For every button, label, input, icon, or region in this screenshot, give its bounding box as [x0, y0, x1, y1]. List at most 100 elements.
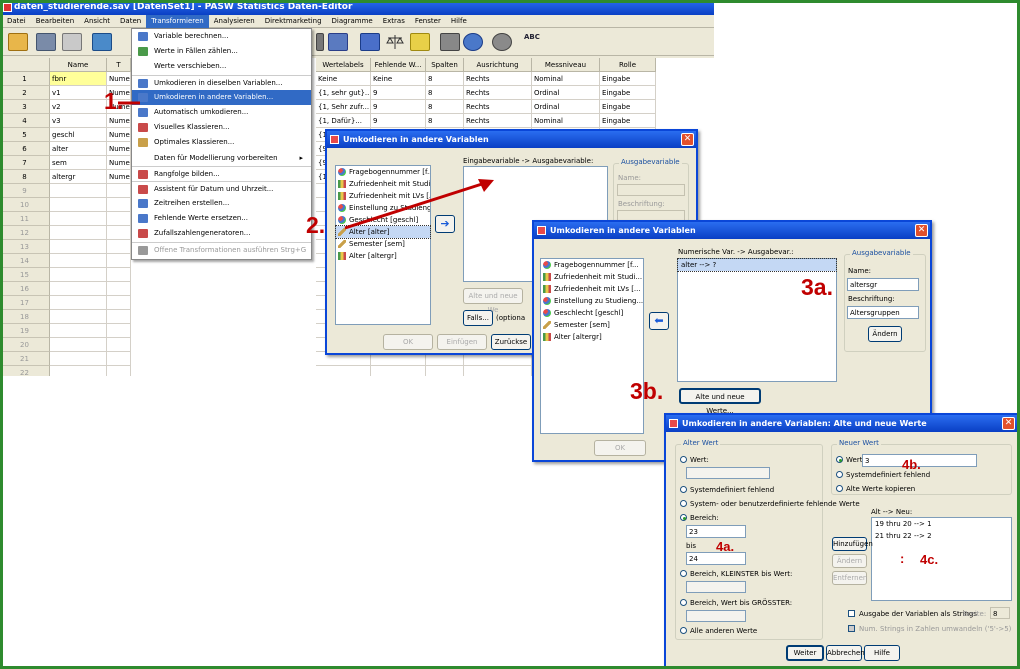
variable-list-item[interactable]: Fragebogennummer [f... [541, 259, 643, 271]
mapping-item[interactable]: 21 thru 22 --> 2 [872, 530, 1011, 542]
grid-cell-role[interactable]: Eingabe [600, 86, 656, 100]
close-icon[interactable]: ✕ [915, 224, 928, 237]
grid-cell-type[interactable]: Numer [107, 170, 131, 184]
transform-menu-item[interactable]: Variable berechnen... [132, 29, 311, 44]
transform-menu-item[interactable]: Offene Transformationen ausführen Strg+G [132, 241, 311, 257]
grid-cell-empty[interactable] [107, 198, 131, 212]
transform-menu-item[interactable]: Fehlende Werte ersetzen... [132, 211, 311, 226]
row-header[interactable]: 14 [0, 254, 50, 268]
grid-cell-cols[interactable]: 8 [426, 114, 464, 128]
through-highest-radio[interactable] [680, 599, 687, 606]
new-system-missing-radio[interactable] [836, 471, 843, 478]
dialog1-variable-list[interactable]: Fragebogennummer [f... Zufriedenheit mit … [335, 165, 431, 325]
grid-cell-empty[interactable] [50, 338, 107, 352]
variable-list-item[interactable]: Alter [altergr] [541, 331, 643, 343]
lowest-through-field[interactable] [686, 581, 746, 593]
row-header[interactable]: 12 [0, 226, 50, 240]
transform-menu-item[interactable]: Visuelles Klassieren... [132, 120, 311, 135]
dialog2-variable-list[interactable]: Fragebogennummer [f... Zufriedenheit mit … [540, 258, 644, 434]
range-from-field[interactable]: 23 [686, 525, 746, 538]
grid-cell-align[interactable]: Rechts [464, 72, 532, 86]
close-icon[interactable]: ✕ [1002, 417, 1015, 430]
row-header[interactable]: 8 [0, 170, 50, 184]
menu-hilfe[interactable]: Hilfe [446, 15, 472, 28]
print-icon[interactable] [62, 33, 82, 51]
new-value-radio[interactable] [836, 456, 843, 463]
variable-list-item[interactable]: Zufriedenheit mit Studi... [336, 178, 430, 190]
dialog2-ok-button[interactable]: OK [594, 440, 646, 456]
grid-cell-empty[interactable] [50, 184, 107, 198]
recall-dialog-icon[interactable] [92, 33, 112, 51]
transform-menu-item[interactable]: Automatisch umkodieren... [132, 105, 311, 120]
grid-cell-type[interactable]: Numer [107, 156, 131, 170]
grid-cell-cols[interactable]: 8 [426, 100, 464, 114]
convert-strings-checkbox[interactable] [848, 625, 855, 632]
menu-extras[interactable]: Extras [378, 15, 410, 28]
grid-cell-role[interactable]: Eingabe [600, 100, 656, 114]
grid-cell-empty[interactable] [50, 254, 107, 268]
grid-cell-empty[interactable] [50, 268, 107, 282]
continue-button[interactable]: Weiter [786, 645, 824, 661]
variable-sets-icon[interactable] [463, 33, 483, 51]
grid-cell-type[interactable]: Numer [107, 142, 131, 156]
grid-cell-measure[interactable]: Ordinal [532, 100, 600, 114]
grid-cell-measure[interactable]: Nominal [532, 72, 600, 86]
variable-list-item[interactable]: Geschlecht [geschl] [541, 307, 643, 319]
variable-list-item[interactable]: Fragebogennummer [f... [336, 166, 430, 178]
variable-list-item[interactable]: Zufriedenheit mit Studi... [541, 271, 643, 283]
grid-cell-cols[interactable]: 8 [426, 86, 464, 100]
remove-button[interactable]: Entfernen [832, 571, 867, 585]
column-header[interactable]: Fehlende W... [371, 58, 426, 72]
transform-menu-item[interactable]: Zufallszahlengeneratoren... [132, 226, 311, 241]
grid-cell-name[interactable]: altergr [50, 170, 107, 184]
row-header[interactable]: 1 [0, 72, 50, 86]
save-icon[interactable] [36, 33, 56, 51]
transform-menu-item[interactable]: Umkodieren in dieselben Variablen... [132, 74, 311, 90]
range-radio[interactable] [680, 514, 687, 521]
grid-cell-type[interactable]: Numer [107, 128, 131, 142]
variable-list-item[interactable]: Alter [alter] [335, 225, 431, 239]
grid-cell-empty[interactable] [50, 198, 107, 212]
grid-cell-empty[interactable] [107, 226, 131, 240]
column-header[interactable]: Name [50, 58, 107, 72]
grid-cell-empty[interactable] [107, 282, 131, 296]
grid-cell-measure[interactable]: Nominal [532, 114, 600, 128]
column-header[interactable]: T [107, 58, 131, 72]
grid-cell-empty[interactable] [426, 366, 464, 376]
grid-cell-empty[interactable] [107, 240, 131, 254]
variable-list-item[interactable]: Zufriedenheit mit LVs [... [541, 283, 643, 295]
column-header[interactable]: Messniveau [532, 58, 600, 72]
lowest-through-radio[interactable] [680, 570, 687, 577]
system-missing-radio[interactable] [680, 486, 687, 493]
grid-cell-empty[interactable] [107, 212, 131, 226]
grid-cell-empty[interactable] [50, 226, 107, 240]
grid-cell-empty[interactable] [50, 240, 107, 254]
grid-cell-role[interactable]: Eingabe [600, 114, 656, 128]
all-other-radio[interactable] [680, 627, 687, 634]
dialog2-old-new-button[interactable]: Alte und neue Werte... [679, 388, 761, 415]
transform-menu-item[interactable]: Assistent für Datum und Uhrzeit... [132, 180, 311, 196]
grid-cell-align[interactable]: Rechts [464, 100, 532, 114]
grid-cell-empty[interactable] [50, 366, 107, 376]
grid-cell-missing[interactable]: 9 [371, 114, 426, 128]
transform-menu-item[interactable]: Umkodieren in andere Variablen... [132, 89, 311, 105]
dialog1-paste-button[interactable]: Einfügen [437, 334, 487, 350]
dialog2-name-field[interactable]: altersgr [847, 278, 919, 291]
transform-menu-item[interactable]: Zeitreihen erstellen... [132, 196, 311, 211]
transform-menu-item[interactable]: Werte in Fällen zählen... [132, 44, 311, 59]
row-header[interactable]: 10 [0, 198, 50, 212]
output-strings-checkbox[interactable] [848, 610, 855, 617]
dialog1-if-button[interactable]: Falls... [463, 310, 493, 326]
move-left-icon[interactable]: ⬅ [649, 312, 669, 330]
grid-cell-empty[interactable] [371, 366, 426, 376]
grid-cell-name[interactable]: v2 [50, 100, 107, 114]
transform-menu-item[interactable]: Werte verschieben... [132, 59, 311, 74]
value-labels-icon[interactable] [440, 33, 460, 51]
grid-cell-empty[interactable] [50, 352, 107, 366]
chart-builder-icon[interactable] [328, 33, 348, 51]
grid-cell-name[interactable]: v3 [50, 114, 107, 128]
grid-icon[interactable] [410, 33, 430, 51]
grid-cell-empty[interactable] [316, 366, 371, 376]
old-value-radio[interactable] [680, 456, 687, 463]
system-user-missing-radio[interactable] [680, 500, 687, 507]
